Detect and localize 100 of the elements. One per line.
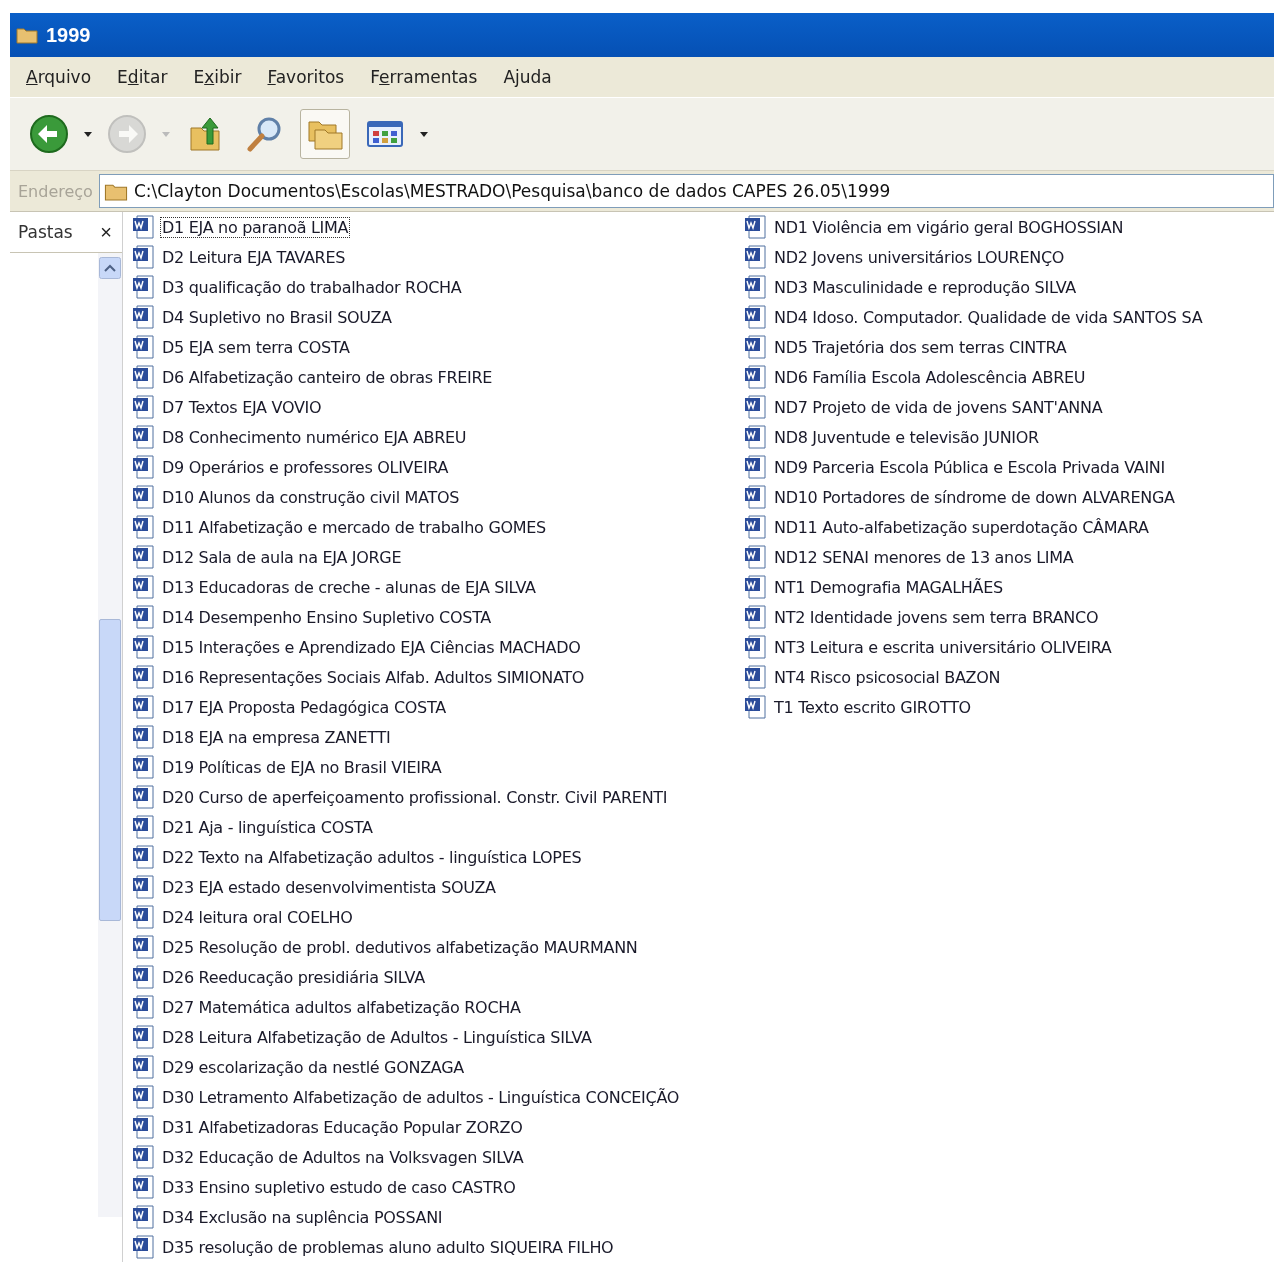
menu-item[interactable]: Exibir bbox=[193, 67, 242, 87]
file-name[interactable]: D1 EJA no paranoã LIMA bbox=[160, 216, 351, 238]
document-icon[interactable] bbox=[131, 904, 157, 930]
menu-item[interactable]: Favoritos bbox=[267, 67, 345, 87]
document-icon[interactable] bbox=[131, 964, 157, 990]
file-name[interactable]: NT3 Leitura e escrita universitário OLIVEIRA bbox=[772, 636, 1114, 658]
file-name[interactable]: D26 Reeducação presidiária SILVA bbox=[160, 966, 427, 988]
document-icon[interactable] bbox=[743, 664, 769, 690]
file-name[interactable]: NT4 Risco psicosocial BAZON bbox=[772, 666, 1003, 688]
file-name[interactable]: D30 Letramento Alfabetização de adultos - Linguística CONCEIÇÃO bbox=[160, 1086, 682, 1108]
document-icon[interactable] bbox=[131, 814, 157, 840]
close-button[interactable]: × bbox=[96, 220, 116, 244]
file-name[interactable]: D8 Conhecimento numérico EJA ABREU bbox=[160, 426, 469, 448]
document-icon[interactable] bbox=[131, 664, 157, 690]
document-icon[interactable] bbox=[131, 1024, 157, 1050]
file-name[interactable]: ND3 Masculinidade e reprodução SILVA bbox=[772, 276, 1078, 298]
menu-item[interactable]: Ajuda bbox=[503, 67, 552, 87]
document-icon[interactable] bbox=[743, 454, 769, 480]
document-icon[interactable] bbox=[131, 724, 157, 750]
file-name[interactable]: D10 Alunos da construção civil MATOS bbox=[160, 486, 462, 508]
file-name[interactable]: NT1 Demografia MAGALHÃES bbox=[772, 576, 1005, 598]
document-icon[interactable] bbox=[131, 1204, 157, 1230]
file-name[interactable]: D6 Alfabetização canteiro de obras FREIRE bbox=[160, 366, 495, 388]
file-name[interactable]: ND10 Portadores de síndrome de down ALVARENGA bbox=[772, 486, 1177, 508]
file-name[interactable]: D35 resolução de problemas aluno adulto SIQUEIRA FILHO bbox=[160, 1236, 616, 1258]
file-name[interactable]: D7 Textos EJA VOVIO bbox=[160, 396, 324, 418]
file-name[interactable]: D22 Texto na Alfabetização adultos - linguística LOPES bbox=[160, 846, 584, 868]
file-name[interactable]: D17 EJA Proposta Pedagógica COSTA bbox=[160, 696, 448, 718]
document-icon[interactable] bbox=[131, 1114, 157, 1140]
file-name[interactable]: D13 Educadoras de creche - alunas de EJA SILVA bbox=[160, 576, 538, 598]
document-icon[interactable] bbox=[743, 334, 769, 360]
file-name[interactable]: T1 Texto escrito GIROTTO bbox=[772, 696, 973, 718]
document-icon[interactable] bbox=[131, 844, 157, 870]
file-name[interactable]: NT2 Identidade jovens sem terra BRANCO bbox=[772, 606, 1101, 628]
document-icon[interactable] bbox=[131, 274, 157, 300]
document-icon[interactable] bbox=[131, 424, 157, 450]
file-name[interactable]: ND12 SENAI menores de 13 anos LIMA bbox=[772, 546, 1076, 568]
document-icon[interactable] bbox=[131, 1054, 157, 1080]
file-name[interactable]: D12 Sala de aula na EJA JORGE bbox=[160, 546, 404, 568]
document-icon[interactable] bbox=[131, 874, 157, 900]
document-icon[interactable] bbox=[131, 544, 157, 570]
file-name[interactable]: D21 Aja - linguística COSTA bbox=[160, 816, 375, 838]
file-name[interactable]: ND1 Violência em vigário geral BOGHOSSIAN bbox=[772, 216, 1126, 238]
document-icon[interactable] bbox=[743, 574, 769, 600]
document-icon[interactable] bbox=[131, 784, 157, 810]
file-name[interactable]: D4 Supletivo no Brasil SOUZA bbox=[160, 306, 394, 328]
file-name[interactable]: D27 Matemática adultos alfabetização ROCHA bbox=[160, 996, 523, 1018]
document-icon[interactable] bbox=[131, 394, 157, 420]
document-icon[interactable] bbox=[131, 754, 157, 780]
file-name[interactable]: D29 escolarização da nestlé GONZAGA bbox=[160, 1056, 466, 1078]
file-name[interactable]: ND11 Auto-alfabetização superdotação CÂMARA bbox=[772, 516, 1151, 538]
file-name[interactable]: D31 Alfabetizadoras Educação Popular ZORZO bbox=[160, 1116, 525, 1138]
document-icon[interactable] bbox=[131, 364, 157, 390]
document-icon[interactable] bbox=[131, 934, 157, 960]
file-name[interactable]: ND5 Trajetória dos sem terras CINTRA bbox=[772, 336, 1069, 358]
document-icon[interactable] bbox=[131, 514, 157, 540]
document-icon[interactable] bbox=[131, 334, 157, 360]
file-name[interactable]: ND9 Parceria Escola Pública e Escola Privada VAINI bbox=[772, 456, 1167, 478]
document-icon[interactable] bbox=[131, 1234, 157, 1260]
document-icon[interactable] bbox=[131, 604, 157, 630]
scrollbar[interactable] bbox=[98, 253, 122, 1217]
file-name[interactable]: ND6 Família Escola Adolescência ABREU bbox=[772, 366, 1088, 388]
file-name[interactable]: D14 Desempenho Ensino Supletivo COSTA bbox=[160, 606, 493, 628]
file-name[interactable]: D3 qualificação do trabalhador ROCHA bbox=[160, 276, 464, 298]
file-name[interactable]: D11 Alfabetização e mercado de trabalho GOMES bbox=[160, 516, 548, 538]
file-name[interactable]: D2 Leitura EJA TAVARES bbox=[160, 246, 348, 268]
address-field[interactable]: C:\Clayton Documentos\Escolas\MESTRADO\Pesquisa\banco de dados CAPES 26.05\1999 bbox=[98, 174, 1274, 208]
document-icon[interactable] bbox=[743, 424, 769, 450]
document-icon[interactable] bbox=[131, 1144, 157, 1170]
scroll-up-icon[interactable] bbox=[99, 257, 121, 279]
caret-icon[interactable] bbox=[420, 131, 428, 137]
document-icon[interactable] bbox=[743, 394, 769, 420]
file-name[interactable]: D18 EJA na empresa ZANETTI bbox=[160, 726, 393, 748]
file-name[interactable]: D20 Curso de aperfeiçoamento profissional. Constr. Civil PARENTI bbox=[160, 786, 670, 808]
file-name[interactable]: D25 Resolução de probl. dedutivos alfabetização MAURMANN bbox=[160, 936, 640, 958]
document-icon[interactable] bbox=[743, 364, 769, 390]
menu-item[interactable]: Editar bbox=[117, 67, 168, 87]
menu-item[interactable]: Ferramentas bbox=[370, 67, 478, 87]
file-name[interactable]: ND2 Jovens universitários LOURENÇO bbox=[772, 246, 1067, 268]
document-icon[interactable] bbox=[131, 304, 157, 330]
file-name[interactable]: ND8 Juventude e televisão JUNIOR bbox=[772, 426, 1041, 448]
file-name[interactable]: D16 Representações Sociais Alfab. Adultos SIMIONATO bbox=[160, 666, 587, 688]
file-name[interactable]: D9 Operários e professores OLIVEIRA bbox=[160, 456, 451, 478]
document-icon[interactable] bbox=[131, 214, 157, 240]
document-icon[interactable] bbox=[131, 694, 157, 720]
document-icon[interactable] bbox=[743, 214, 769, 240]
document-icon[interactable] bbox=[131, 634, 157, 660]
file-name[interactable]: ND4 Idoso. Computador. Qualidade de vida SANTOS SA bbox=[772, 306, 1205, 328]
document-icon[interactable] bbox=[131, 1084, 157, 1110]
file-name[interactable]: D15 Interações e Aprendizado EJA Ciências MACHADO bbox=[160, 636, 583, 658]
file-name[interactable]: D5 EJA sem terra COSTA bbox=[160, 336, 352, 358]
caret-icon[interactable] bbox=[84, 131, 92, 137]
document-icon[interactable] bbox=[743, 274, 769, 300]
document-icon[interactable] bbox=[743, 244, 769, 270]
document-icon[interactable] bbox=[743, 694, 769, 720]
file-name[interactable]: D23 EJA estado desenvolvimentista SOUZA bbox=[160, 876, 498, 898]
document-icon[interactable] bbox=[131, 484, 157, 510]
file-name[interactable]: D32 Educação de Adultos na Volksvagen SILVA bbox=[160, 1146, 526, 1168]
menu-item[interactable]: Arquivo bbox=[26, 67, 92, 87]
document-icon[interactable] bbox=[131, 1174, 157, 1200]
